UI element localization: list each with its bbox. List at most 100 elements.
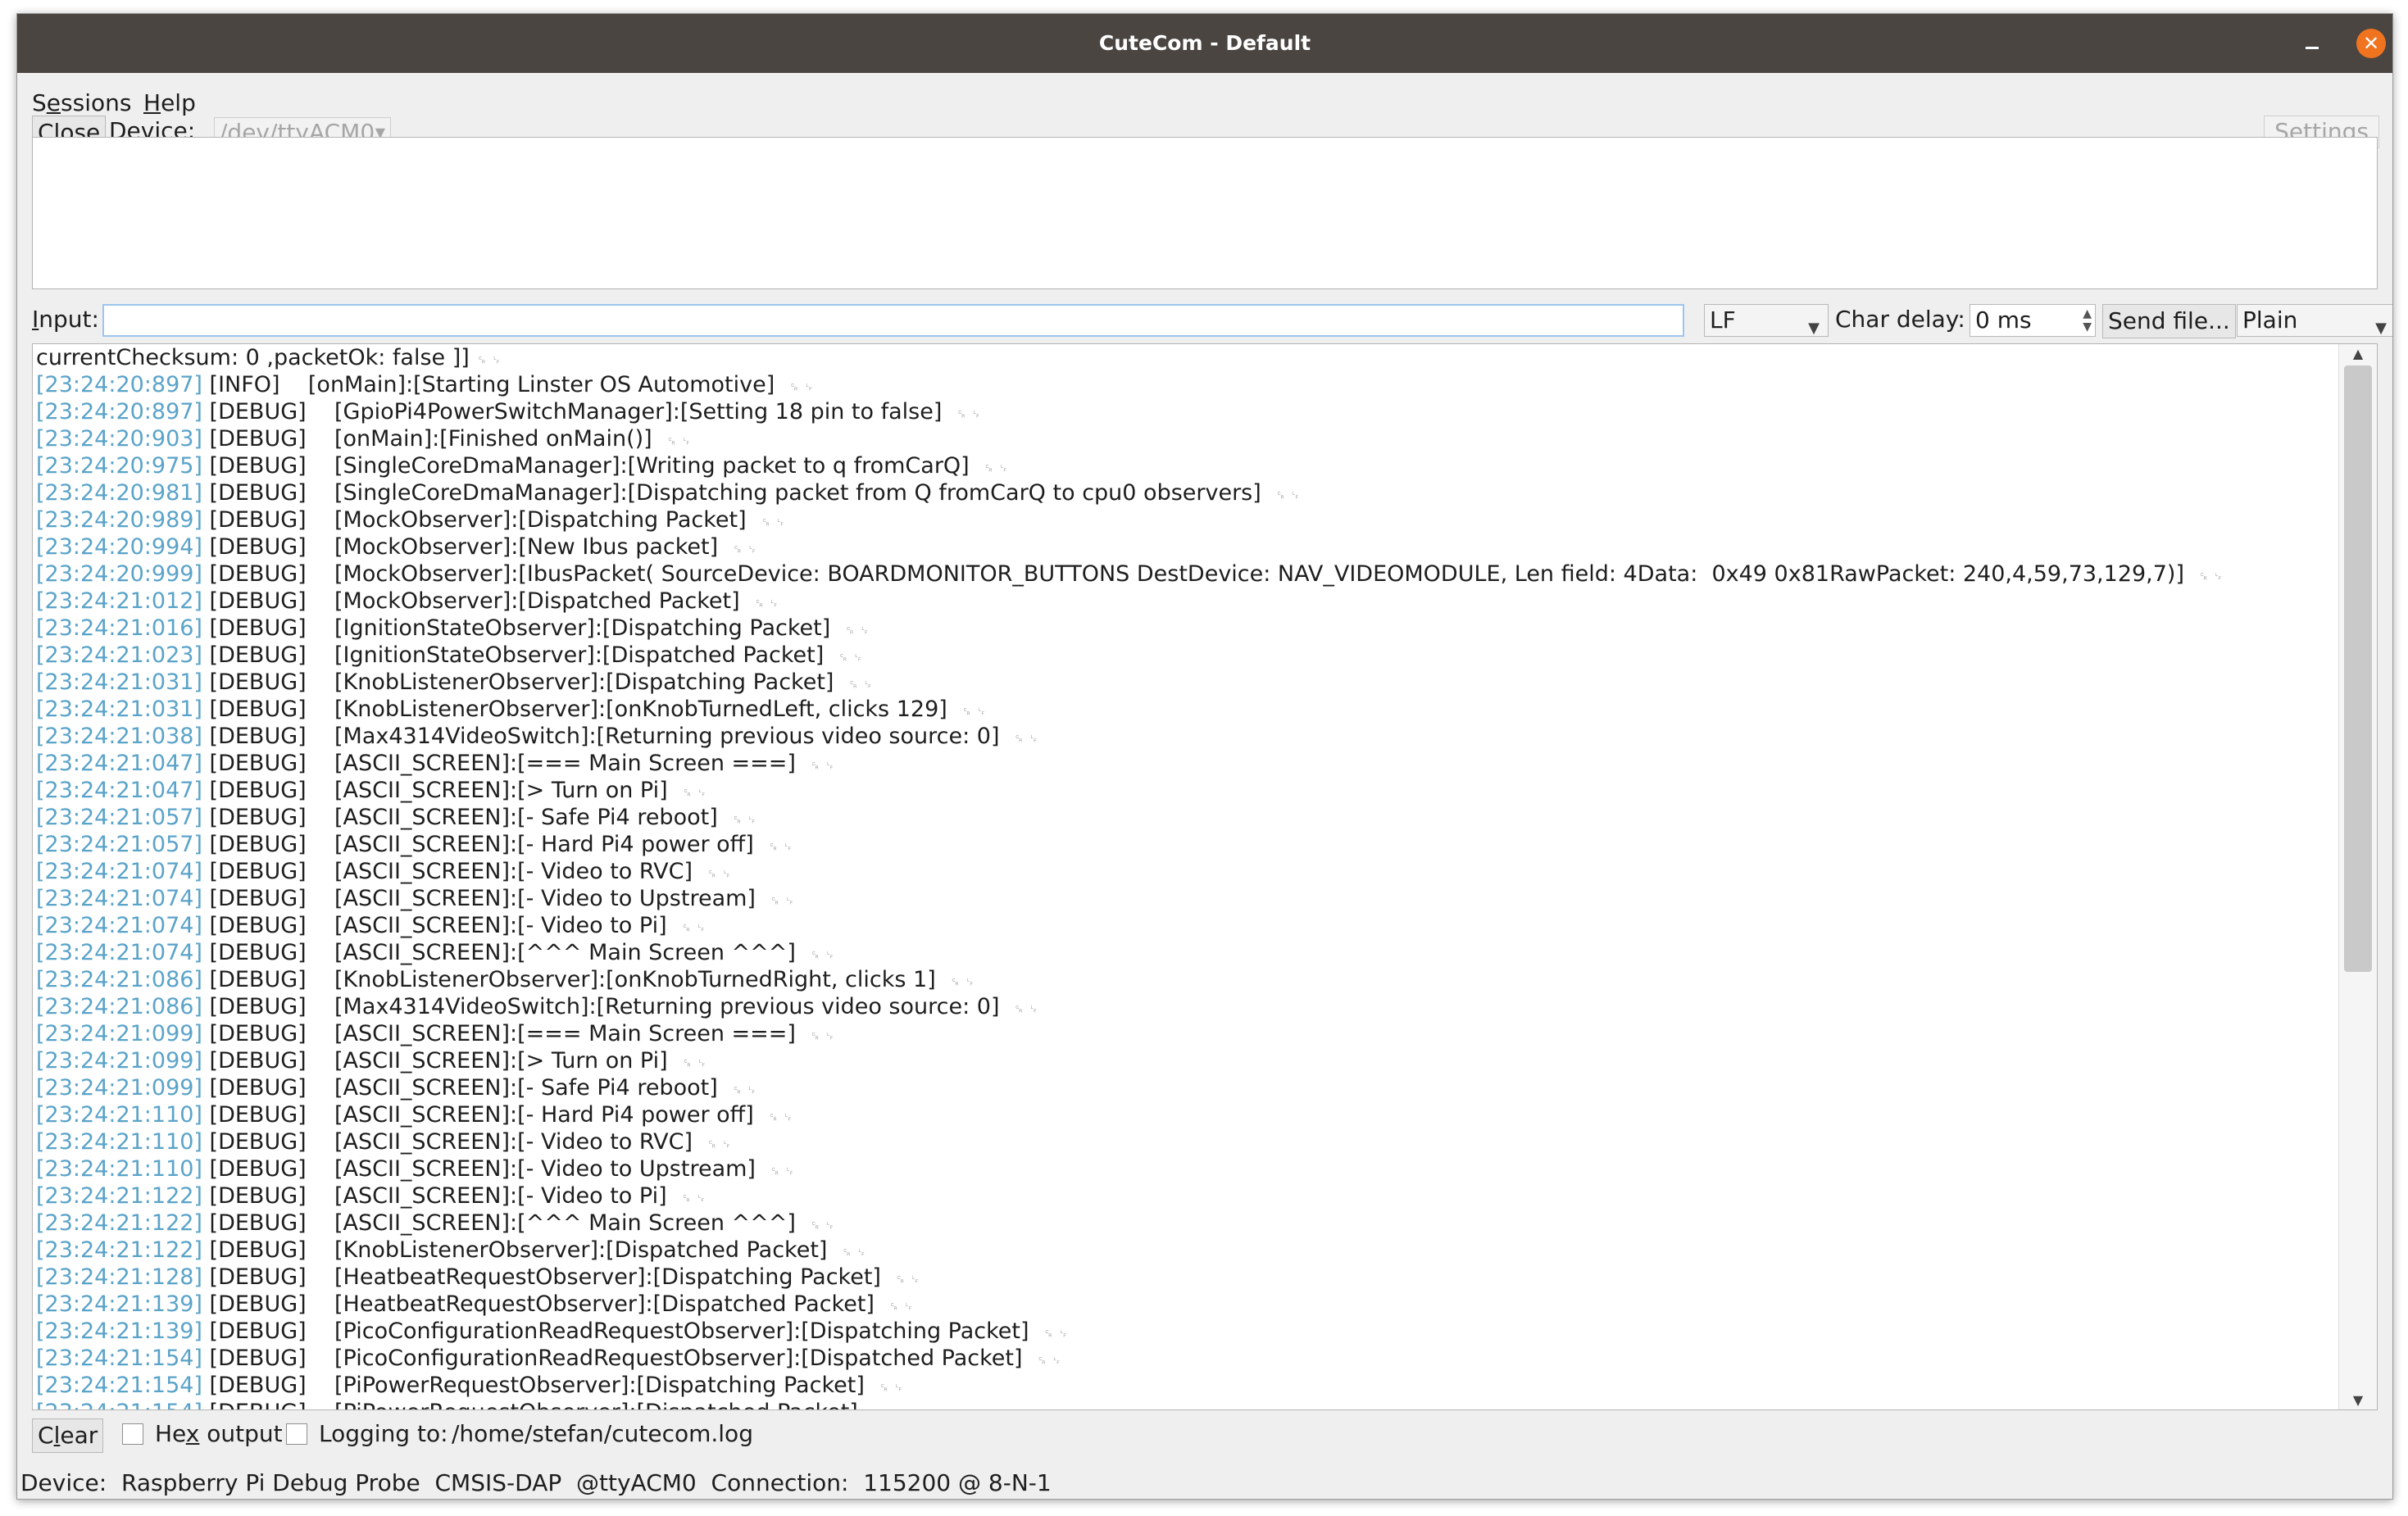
log-timestamp: [23:24:21:099] [36,1021,202,1046]
log-timestamp: [23:24:21:074] [36,913,202,938]
log-message: [DEBUG] [KnobListenerObserver]:[Dispatch… [202,1237,828,1263]
line-end-icon: ␍ ␊ [770,893,795,909]
log-message: [DEBUG] [ASCII_SCREEN]:[> Turn on Pi] [202,778,668,803]
log-line: [23:24:20:975] [DEBUG] [SingleCoreDmaMan… [36,452,1009,479]
line-end-icon: ␍ ␊ [732,542,757,557]
scroll-down-icon[interactable]: ▼ [2339,1392,2377,1408]
log-message: [DEBUG] [ASCII_SCREEN]:[- Video to Pi] [202,913,667,938]
log-line: [23:24:21:074] [DEBUG] [ASCII_SCREEN]:[-… [36,912,706,939]
line-end-icon: ␍ ␊ [844,623,870,638]
log-line: [23:24:21:110] [DEBUG] [ASCII_SCREEN]:[-… [36,1128,732,1155]
session-output-area[interactable] [32,137,2378,289]
line-end-icon: ␍ ␊ [680,920,706,936]
line-end-icon: ␍ ␊ [731,1083,757,1098]
log-message: [DEBUG] [GpioPi4PowerSwitchManager]:[Set… [202,399,943,424]
logging-checkbox[interactable] [286,1423,307,1445]
log-line: [23:24:21:122] [DEBUG] [ASCII_SCREEN]:[-… [36,1182,706,1210]
format-value: Plain [2242,306,2298,334]
log-timestamp: [23:24:21:122] [36,1210,202,1236]
log-timestamp: [23:24:21:057] [36,805,202,830]
log-line: [23:24:21:012] [DEBUG] [MockObserver]:[D… [36,588,779,615]
line-end-icon: ␍ ␊ [731,812,757,828]
close-window-icon[interactable]: ✕ [2356,29,2386,58]
send-file-button[interactable]: Send file... [2102,304,2236,338]
line-end-icon: ␍ ␊ [956,406,982,422]
line-end-icon: ␍ ␊ [838,650,864,665]
hex-output-checkbox[interactable] [122,1423,143,1445]
log-message: [DEBUG] [Max4314VideoSwitch]:[Returning … [202,724,1000,749]
log-timestamp: [23:24:21:110] [36,1102,202,1128]
log-message: [INFO] [onMain]:[Starting Linster OS Aut… [202,372,775,397]
char-delay-label: Char delay: [1835,306,1965,333]
minimize-icon[interactable] [2297,29,2327,58]
line-ending-select[interactable]: LF ▼ [1704,304,1829,337]
log-line: [23:24:21:139] [DEBUG] [PicoConfiguratio… [36,1318,1068,1345]
char-delay-value: 0 ms [1975,306,2032,334]
scrollbar-thumb[interactable] [2344,365,2372,972]
log-message: [DEBUG] [Max4314VideoSwitch]:[Returning … [202,994,1000,1019]
spin-down-icon[interactable]: ▼ [2083,321,2092,333]
log-message: [DEBUG] [ASCII_SCREEN]:[- Video to Upstr… [202,1156,756,1182]
log-timestamp: [23:24:21:012] [36,588,202,614]
vertical-scrollbar[interactable]: ▲ ▼ [2338,344,2377,1409]
scroll-up-icon[interactable]: ▲ [2339,346,2377,361]
log-timestamp: [23:24:21:047] [36,751,202,776]
log-message: [DEBUG] [ASCII_SCREEN]:[- Safe Pi4 reboo… [202,1075,718,1101]
line-end-icon: ␍ ␊ [768,839,793,855]
line-ending-value: LF [1710,306,1736,334]
log-line: [23:24:21:086] [DEBUG] [KnobListenerObse… [36,966,975,993]
line-end-icon: ␍ ␊ [706,866,732,882]
log-message: [DEBUG] [ASCII_SCREEN]:[^^^ Main Screen … [202,940,796,965]
log-message: [DEBUG] [KnobListenerObserver]:[onKnobTu… [202,697,947,722]
log-line: [23:24:21:016] [DEBUG] [IgnitionStateObs… [36,615,870,642]
log-message: [DEBUG] [ASCII_SCREEN]:[=== Main Screen … [202,1021,796,1046]
chevron-down-icon: ▼ [1808,320,1820,337]
log-message: [DEBUG] [SingleCoreDmaManager]:[Dispatch… [202,480,1261,506]
log-message: [DEBUG] [ASCII_SCREEN]:[- Video to Upstr… [202,886,756,911]
char-delay-spinbox[interactable]: 0 ms ▲ ▼ [1970,304,2096,337]
log-line: [23:24:21:074] [DEBUG] [ASCII_SCREEN]:[-… [36,885,795,912]
log-line: [23:24:21:031] [DEBUG] [KnobListenerObse… [36,669,873,696]
log-timestamp: [23:24:20:897] [36,372,202,397]
log-timestamp: [23:24:21:047] [36,778,202,803]
log-timestamp: [23:24:20:975] [36,453,202,479]
log-line: [23:24:21:038] [DEBUG] [Max4314VideoSwit… [36,723,1038,750]
format-select[interactable]: Plain ▼ [2237,304,2392,337]
log-timestamp: [23:24:21:031] [36,697,202,722]
serial-log-view[interactable]: currentChecksum: 0 ,packetOk: false ]] ␍… [32,343,2378,1410]
log-message: [DEBUG] [ASCII_SCREEN]:[=== Main Screen … [202,751,796,776]
logging-path: /home/stefan/cutecom.log [452,1420,753,1447]
log-message: [DEBUG] [ASCII_SCREEN]:[- Video to RVC] [202,859,693,884]
log-line: [23:24:21:154] [DEBUG] [PiPowerRequestOb… [36,1372,904,1399]
spin-up-icon[interactable]: ▲ [2083,308,2092,320]
line-end-icon: ␍ ␊ [810,1218,835,1233]
log-timestamp: [23:24:21:074] [36,886,202,911]
command-input[interactable] [102,304,1684,337]
log-timestamp: [23:24:21:154] [36,1400,202,1409]
log-timestamp: [23:24:20:903] [36,426,202,452]
log-timestamp: [23:24:21:057] [36,832,202,857]
line-end-icon: ␍ ␊ [760,515,786,530]
log-line: [23:24:20:989] [DEBUG] [MockObserver]:[D… [36,506,786,533]
log-message: [DEBUG] [PicoConfigurationReadRequestObs… [202,1346,1023,1371]
log-timestamp: [23:24:21:016] [36,615,202,641]
log-message: [DEBUG] [MockObserver]:[New Ibus packet] [202,534,719,560]
line-end-icon: ␍ ␊ [872,1407,897,1409]
line-end-icon: ␍ ␊ [847,677,874,692]
line-end-icon: ␍ ␊ [888,1299,914,1314]
clear-button[interactable]: Clear [32,1418,104,1453]
log-timestamp: [23:24:21:110] [36,1156,202,1182]
log-message: [DEBUG] [ASCII_SCREEN]:[- Hard Pi4 power… [202,832,754,857]
log-line: [23:24:21:154] [DEBUG] [PicoConfiguratio… [36,1345,1061,1372]
log-line: [23:24:21:128] [DEBUG] [HeatbeatRequestO… [36,1264,920,1291]
cutecom-window: CuteCom - Default ✕ Sessions Help Close … [16,13,2393,1500]
log-timestamp: [23:24:21:086] [36,967,202,992]
log-timestamp: [23:24:21:023] [36,642,202,668]
bottom-controls: Clear Hex output Logging to: /home/stefa… [32,1412,2381,1458]
log-line: [23:24:21:047] [DEBUG] [ASCII_SCREEN]:[=… [36,750,835,777]
log-message: [DEBUG] [ASCII_SCREEN]:[- Video to RVC] [202,1129,693,1155]
line-end-icon: ␍ ␊ [841,1245,867,1260]
status-bar: Device: Raspberry Pi Debug Probe CMSIS-D… [17,1469,2392,1499]
line-end-icon: ␍ ␊ [810,758,835,774]
line-end-icon: ␍ ␊ [768,1110,793,1125]
